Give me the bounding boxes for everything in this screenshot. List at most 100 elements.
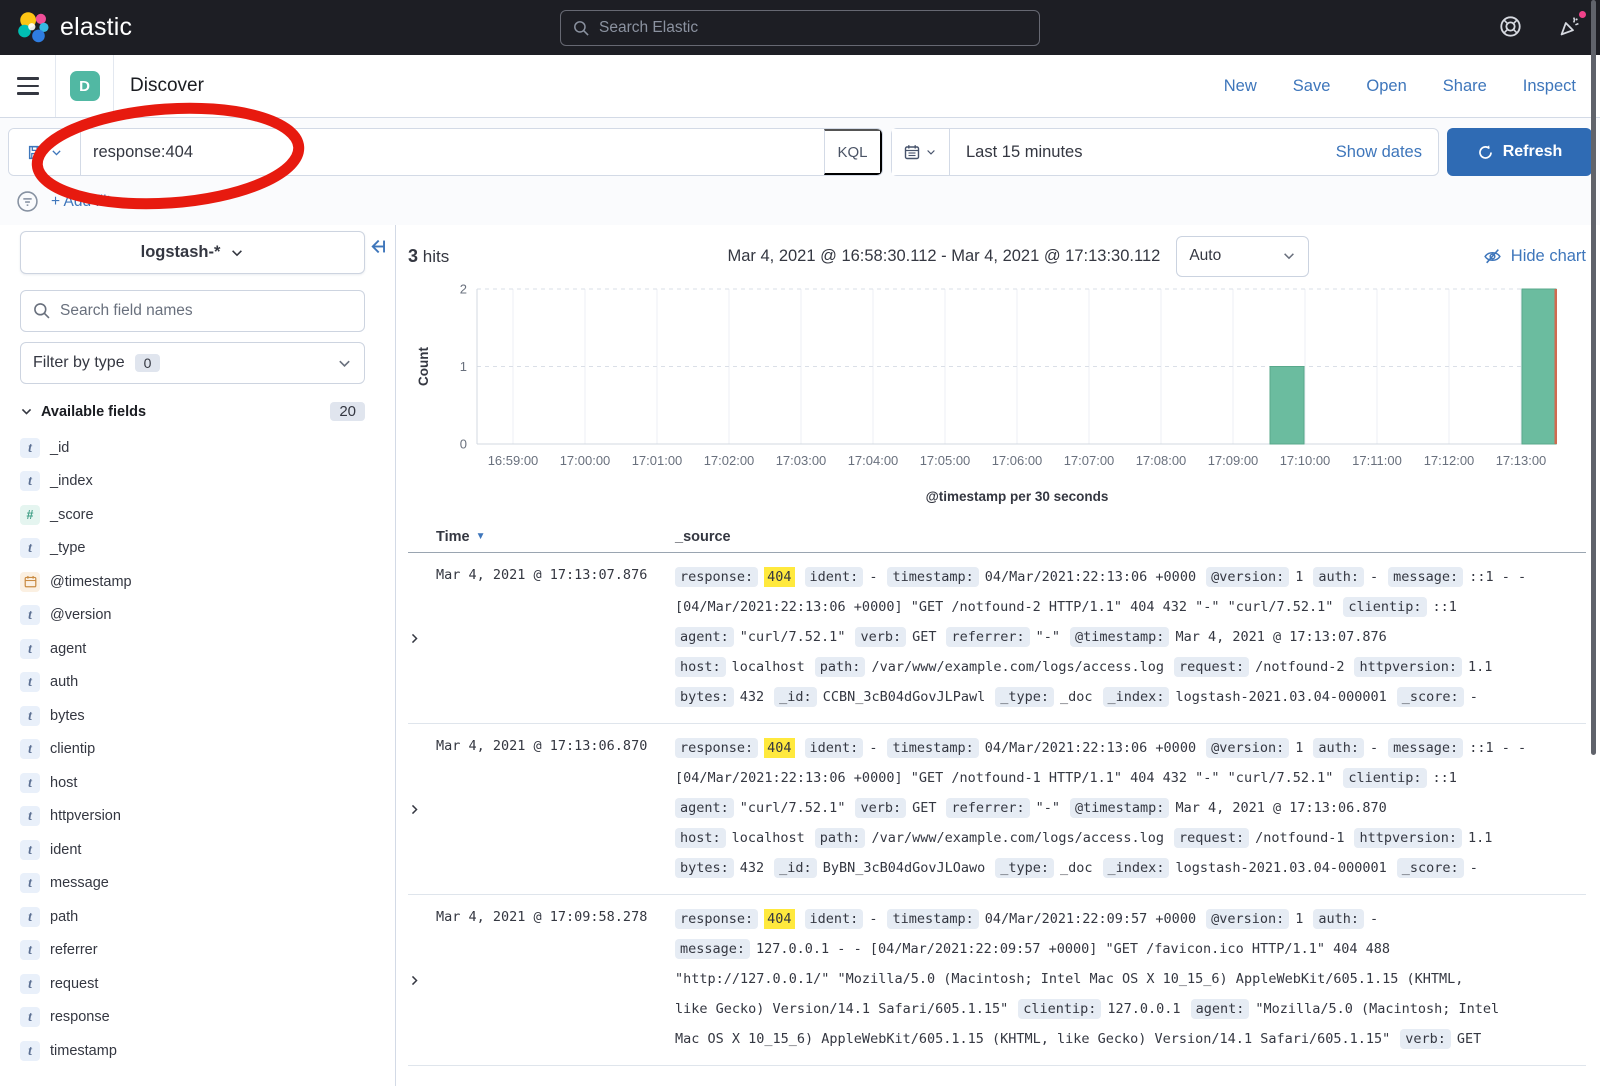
field-value: - bbox=[1370, 911, 1378, 927]
filter-by-type-dropdown[interactable]: Filter by type 0 bbox=[20, 342, 365, 384]
field-name-pill: referrer: bbox=[946, 798, 1029, 818]
field-item-@version[interactable]: t@version bbox=[20, 599, 395, 633]
field-name-pill: @version: bbox=[1206, 567, 1289, 587]
source-line: agent:"curl/7.52.1"verb:GETreferrer:"-"@… bbox=[675, 793, 1586, 823]
calendar-icon bbox=[904, 144, 920, 160]
svg-text:17:13:00: 17:13:00 bbox=[1496, 453, 1547, 468]
field-item-clientip[interactable]: tclientip bbox=[20, 733, 395, 767]
refresh-button[interactable]: Refresh bbox=[1447, 128, 1592, 176]
svg-text:17:11:00: 17:11:00 bbox=[1352, 453, 1402, 468]
field-value: 1.1 bbox=[1468, 659, 1492, 675]
field-name: clientip bbox=[50, 741, 95, 757]
field-name-pill: message: bbox=[1388, 567, 1463, 587]
scrollbar[interactable] bbox=[1591, 0, 1596, 755]
text-field-icon: t bbox=[20, 639, 40, 659]
discover-actions-nav: New Save Open Share Inspect bbox=[1224, 77, 1600, 96]
source-line: host:localhostpath:/var/www/example.com/… bbox=[675, 823, 1586, 853]
open-button[interactable]: Open bbox=[1366, 77, 1406, 96]
field-value: localhost bbox=[732, 830, 805, 846]
field-name-pill: response: bbox=[675, 567, 758, 587]
field-value: - bbox=[1470, 860, 1478, 876]
discover-app-badge[interactable]: D bbox=[70, 71, 100, 101]
quick-select-menu-button[interactable] bbox=[892, 129, 950, 175]
highlighted-value: 404 bbox=[764, 738, 794, 758]
inspect-button[interactable]: Inspect bbox=[1523, 77, 1576, 96]
fields-sidebar: logstash-* Search field names bbox=[0, 225, 396, 1086]
field-item-_index[interactable]: t_index bbox=[20, 465, 395, 499]
page-title: Discover bbox=[130, 75, 204, 97]
histogram-bar[interactable] bbox=[1522, 289, 1556, 444]
field-name-pill: agent: bbox=[675, 798, 734, 818]
field-item-path[interactable]: tpath bbox=[20, 900, 395, 934]
help-icon[interactable] bbox=[1499, 15, 1522, 41]
show-dates-link[interactable]: Show dates bbox=[1336, 143, 1438, 162]
field-item-bytes[interactable]: tbytes bbox=[20, 699, 395, 733]
field-name-pill: timestamp: bbox=[887, 909, 978, 929]
field-item-ident[interactable]: tident bbox=[20, 833, 395, 867]
hits-label: hits bbox=[423, 247, 449, 266]
saved-query-menu-button[interactable] bbox=[9, 129, 81, 175]
field-value: GET bbox=[1457, 1031, 1481, 1047]
elastic-logo[interactable]: elastic bbox=[0, 11, 132, 45]
text-field-icon: t bbox=[20, 706, 40, 726]
menu-icon[interactable] bbox=[0, 55, 56, 117]
field-value: _doc bbox=[1060, 689, 1093, 705]
field-name: request bbox=[50, 976, 98, 992]
global-header: elastic Search Elastic bbox=[0, 0, 1600, 55]
field-item-agent[interactable]: tagent bbox=[20, 632, 395, 666]
field-value: 432 bbox=[740, 860, 764, 876]
field-item-_score[interactable]: #_score bbox=[20, 498, 395, 532]
field-name-pill: path: bbox=[815, 828, 866, 848]
filter-icon[interactable] bbox=[16, 190, 39, 213]
field-name-pill: path: bbox=[815, 657, 866, 677]
histogram-bar[interactable] bbox=[1270, 367, 1304, 445]
svg-text:1: 1 bbox=[460, 359, 467, 374]
field-item-@timestamp[interactable]: @timestamp bbox=[20, 565, 395, 599]
table-header: Time ▼ _source bbox=[408, 521, 1586, 553]
date-picker: Last 15 minutes Show dates bbox=[891, 128, 1439, 176]
query-input[interactable]: response:404 bbox=[81, 129, 824, 175]
hide-chart-link[interactable]: Hide chart bbox=[1483, 247, 1586, 266]
share-button[interactable]: Share bbox=[1443, 77, 1487, 96]
expand-row-icon[interactable] bbox=[408, 904, 436, 1054]
svg-text:17:01:00: 17:01:00 bbox=[632, 453, 683, 468]
field-name-pill: clientip: bbox=[1343, 597, 1426, 617]
field-item-httpversion[interactable]: thttpversion bbox=[20, 800, 395, 834]
global-search-input[interactable]: Search Elastic bbox=[560, 10, 1040, 46]
field-item-message[interactable]: tmessage bbox=[20, 867, 395, 901]
available-fields-header[interactable]: Available fields 20 bbox=[20, 402, 365, 421]
add-filter-link[interactable]: + Add filter bbox=[51, 193, 125, 211]
field-value: Mac OS X 10_15_6) AppleWebKit/605.1.15 (… bbox=[675, 1031, 1390, 1047]
source-line: bytes:432_id:ByBN_3cB04dGovJLOawo_type:_… bbox=[675, 853, 1586, 883]
text-field-icon: t bbox=[20, 672, 40, 692]
save-button[interactable]: Save bbox=[1293, 77, 1331, 96]
svg-text:16:59:00: 16:59:00 bbox=[488, 453, 539, 468]
svg-text:0: 0 bbox=[460, 437, 467, 452]
field-item-timestamp[interactable]: ttimestamp bbox=[20, 1034, 395, 1068]
filter-bar: + Add filter bbox=[8, 176, 1592, 225]
new-button[interactable]: New bbox=[1224, 77, 1257, 96]
chevron-down-icon bbox=[337, 356, 352, 371]
collapse-sidebar-icon[interactable] bbox=[368, 237, 387, 259]
field-name-pill: ident: bbox=[805, 567, 864, 587]
expand-row-icon[interactable] bbox=[408, 733, 436, 883]
expand-row-icon[interactable] bbox=[408, 562, 436, 712]
doc-timestamp: Mar 4, 2021 @ 17:13:06.870 bbox=[436, 733, 675, 883]
time-column-header[interactable]: Time ▼ bbox=[436, 529, 675, 545]
field-item-auth[interactable]: tauth bbox=[20, 666, 395, 700]
field-value: 04/Mar/2021:22:13:06 +0000 bbox=[985, 569, 1196, 585]
field-item-host[interactable]: thost bbox=[20, 766, 395, 800]
interval-select[interactable]: Auto bbox=[1176, 236, 1309, 277]
field-search-input[interactable]: Search field names bbox=[20, 290, 365, 332]
header-actions bbox=[1499, 0, 1582, 55]
time-range-value[interactable]: Last 15 minutes bbox=[950, 143, 1082, 162]
field-item-_type[interactable]: t_type bbox=[20, 532, 395, 566]
field-item-request[interactable]: trequest bbox=[20, 967, 395, 1001]
field-item-response[interactable]: tresponse bbox=[20, 1001, 395, 1035]
field-item-referrer[interactable]: treferrer bbox=[20, 934, 395, 968]
news-icon[interactable] bbox=[1558, 14, 1582, 41]
query-language-button[interactable]: KQL bbox=[824, 129, 882, 175]
histogram-chart[interactable]: 16:59:0017:00:0017:01:0017:02:0017:03:00… bbox=[408, 279, 1586, 511]
index-pattern-selector[interactable]: logstash-* bbox=[20, 231, 365, 274]
field-item-_id[interactable]: t_id bbox=[20, 431, 395, 465]
